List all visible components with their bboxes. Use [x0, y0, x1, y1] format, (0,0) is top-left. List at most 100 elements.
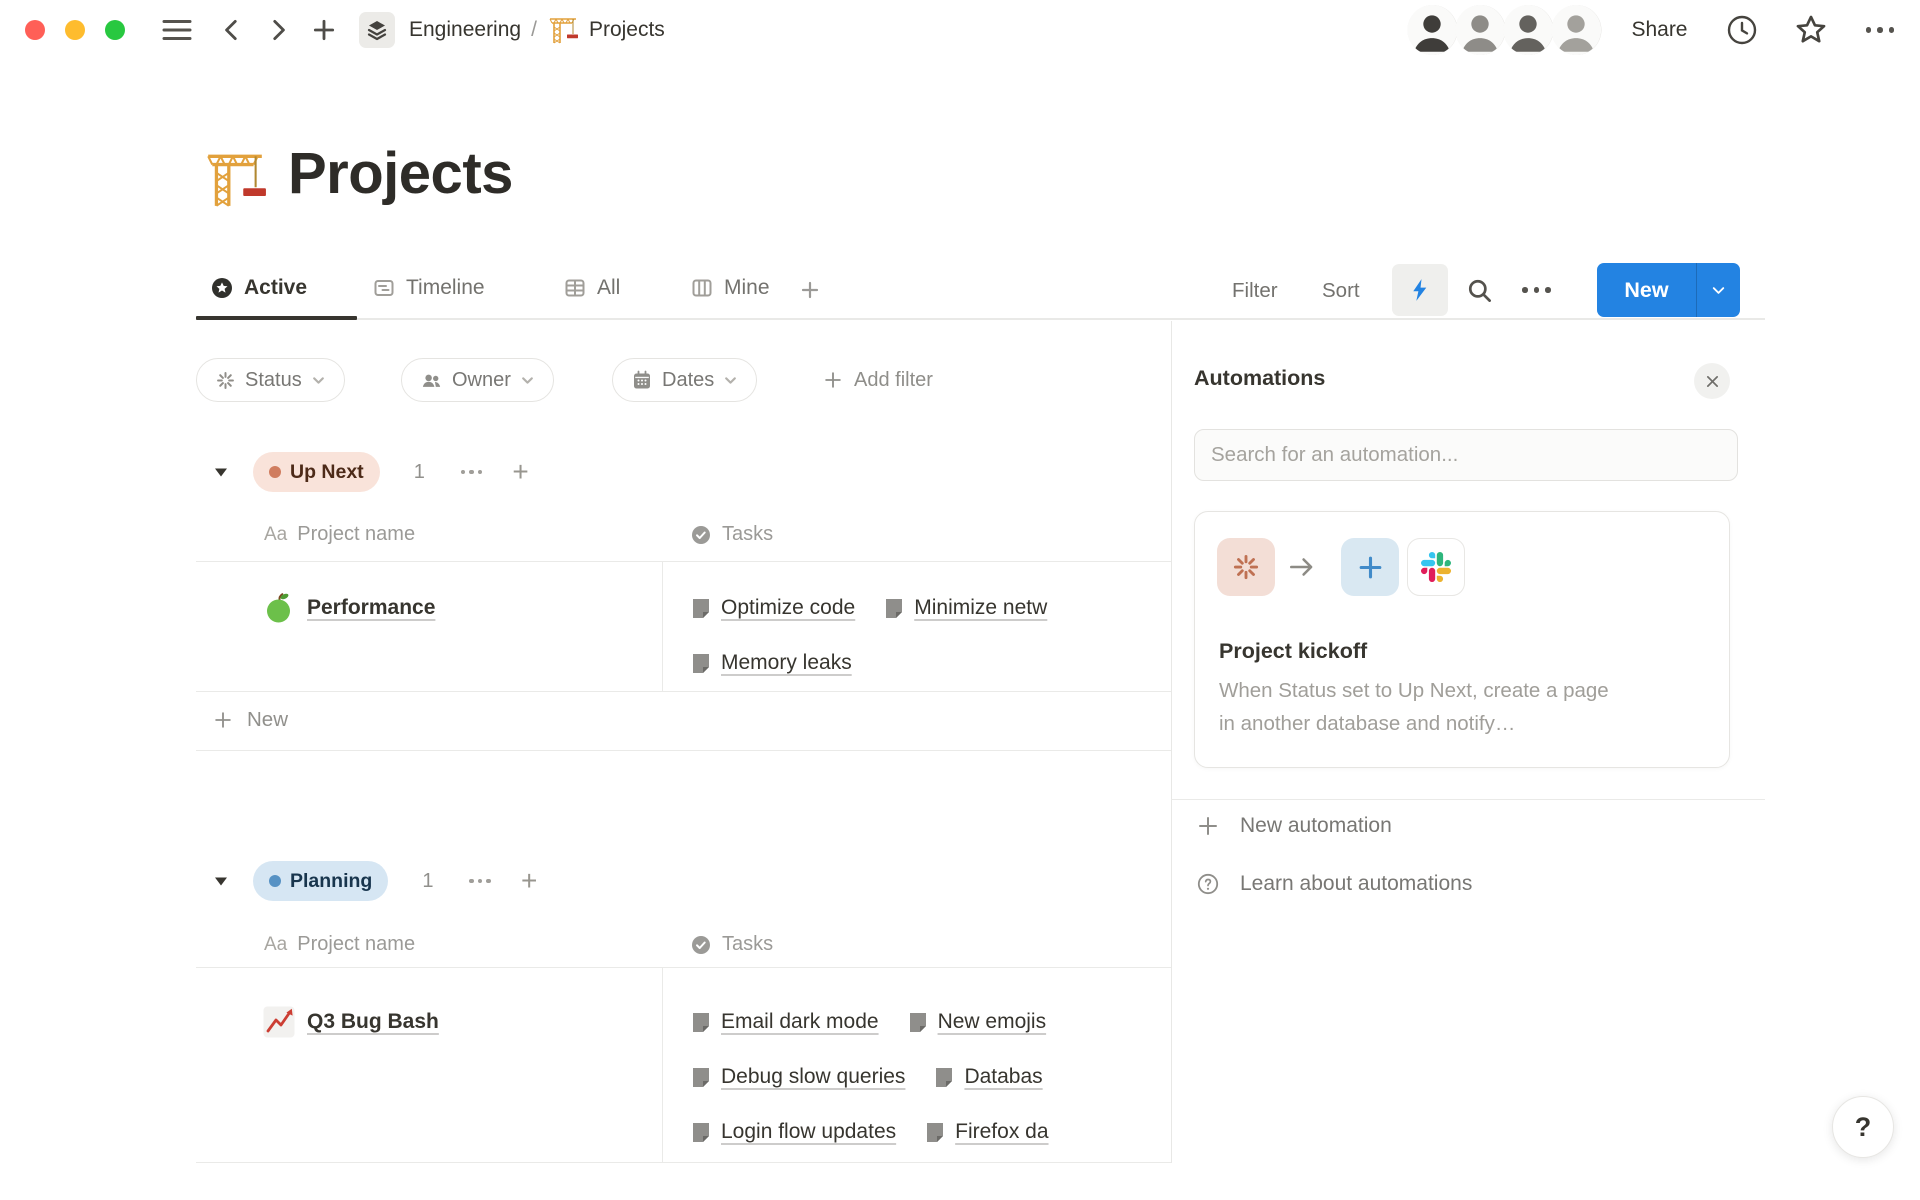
new-button-chevron[interactable] — [1697, 281, 1740, 300]
add-filter-button[interactable]: Add filter — [822, 358, 933, 402]
updates-clock-icon[interactable] — [1726, 14, 1758, 46]
status-filter-chip[interactable]: Status — [196, 358, 345, 402]
breadcrumb-page[interactable]: Projects — [589, 18, 665, 42]
avatar[interactable] — [1407, 5, 1457, 55]
tab-timeline[interactable]: Timeline — [372, 276, 485, 300]
filter-button[interactable]: Filter — [1232, 279, 1278, 303]
chevron-down-icon — [311, 373, 326, 388]
group-options-icon[interactable] — [461, 470, 483, 475]
tasks-cell-line: Memory leaks — [690, 647, 1170, 679]
help-label: ? — [1855, 1112, 1872, 1143]
dates-filter-chip[interactable]: Dates — [612, 358, 757, 402]
table-row-name[interactable]: Performance — [262, 591, 435, 625]
sort-button[interactable]: Sort — [1322, 279, 1360, 303]
plus-icon — [822, 369, 844, 391]
task-item[interactable]: Databas — [933, 1065, 1042, 1089]
search-icon[interactable] — [1466, 277, 1493, 304]
page-icon — [907, 1011, 929, 1034]
page-title[interactable]: Projects — [288, 140, 513, 207]
status-dot — [269, 875, 281, 887]
slack-icon — [1407, 538, 1465, 596]
forward-button[interactable] — [265, 17, 291, 43]
task-item[interactable]: Memory leaks — [690, 651, 852, 675]
avatar[interactable] — [1551, 5, 1601, 55]
automation-card-description: When Status set to Up Next, create a pag… — [1219, 674, 1619, 740]
task-item[interactable]: Optimize code — [690, 596, 855, 620]
question-circle-icon — [1196, 872, 1220, 896]
project-name-link[interactable]: Q3 Bug Bash — [307, 1010, 439, 1034]
task-link[interactable]: Debug slow queries — [721, 1065, 905, 1089]
close-window-button[interactable] — [25, 20, 45, 40]
owner-filter-chip[interactable]: Owner — [401, 358, 554, 402]
task-link[interactable]: Login flow updates — [721, 1120, 896, 1144]
column-header-tasks[interactable]: Tasks — [690, 933, 773, 956]
column-divider — [662, 968, 663, 1162]
tab-mine[interactable]: Mine — [690, 276, 770, 300]
task-link[interactable]: Memory leaks — [721, 651, 852, 675]
teamspace-icon[interactable] — [359, 12, 395, 48]
group-header-up-next: Up Next 1 + — [213, 452, 529, 492]
minimize-window-button[interactable] — [65, 20, 85, 40]
column-header-name[interactable]: Aa Project name — [264, 933, 415, 956]
breadcrumb-team[interactable]: Engineering — [409, 18, 521, 42]
chip-label: Owner — [452, 369, 511, 392]
share-button[interactable]: Share — [1631, 18, 1687, 42]
task-item[interactable]: Login flow updates — [690, 1120, 896, 1144]
task-link[interactable]: Optimize code — [721, 596, 855, 620]
automation-card[interactable]: Project kickoff When Status set to Up Ne… — [1194, 511, 1730, 768]
collapse-triangle-icon[interactable] — [213, 465, 229, 479]
task-item[interactable]: New emojis — [907, 1010, 1047, 1034]
new-button[interactable]: New — [1597, 263, 1740, 317]
back-button[interactable] — [219, 17, 245, 43]
close-panel-button[interactable] — [1694, 363, 1730, 399]
sidebar-menu-icon[interactable] — [161, 17, 193, 43]
page-icon-crane[interactable] — [202, 146, 268, 212]
task-link[interactable]: Minimize netw — [914, 596, 1047, 620]
tab-all[interactable]: All — [563, 276, 620, 300]
table-icon — [563, 276, 587, 300]
column-header-tasks[interactable]: Tasks — [690, 523, 773, 546]
new-automation-label: New automation — [1240, 814, 1392, 838]
avatar[interactable] — [1455, 5, 1505, 55]
favorite-star-icon[interactable] — [1794, 13, 1828, 47]
new-row-button[interactable]: New — [212, 708, 288, 732]
column-divider — [662, 562, 663, 691]
view-options-icon[interactable] — [1522, 287, 1551, 293]
learn-automations-label: Learn about automations — [1240, 872, 1472, 896]
automations-panel-title: Automations — [1194, 366, 1325, 391]
table-border — [196, 561, 1171, 562]
tasks-cell-line: Optimize code Minimize netw — [690, 592, 1170, 624]
table-row-name[interactable]: Q3 Bug Bash — [262, 1005, 439, 1039]
group-add-icon[interactable]: + — [512, 462, 528, 482]
task-link[interactable]: Firefox da — [955, 1120, 1048, 1144]
new-tab-icon[interactable] — [311, 17, 337, 43]
tab-label: Timeline — [406, 276, 485, 300]
avatar[interactable] — [1503, 5, 1553, 55]
task-item[interactable]: Debug slow queries — [690, 1065, 905, 1089]
group-add-icon[interactable]: + — [521, 871, 537, 891]
group-pill[interactable]: Planning — [253, 861, 388, 901]
automations-bolt-button[interactable] — [1392, 264, 1448, 316]
group-pill[interactable]: Up Next — [253, 452, 380, 492]
help-button[interactable]: ? — [1832, 1096, 1894, 1158]
task-link[interactable]: Email dark mode — [721, 1010, 879, 1034]
project-name-link[interactable]: Performance — [307, 596, 435, 620]
column-header-name[interactable]: Aa Project name — [264, 523, 415, 546]
task-link[interactable]: New emojis — [938, 1010, 1047, 1034]
new-automation-button[interactable]: New automation — [1196, 814, 1392, 838]
collapse-triangle-icon[interactable] — [213, 874, 229, 888]
group-options-icon[interactable] — [469, 879, 491, 884]
task-item[interactable]: Firefox da — [924, 1120, 1048, 1144]
zoom-window-button[interactable] — [105, 20, 125, 40]
automation-card-title: Project kickoff — [1219, 639, 1367, 664]
learn-automations-link[interactable]: Learn about automations — [1196, 872, 1472, 896]
task-item[interactable]: Minimize netw — [883, 596, 1047, 620]
add-view-icon[interactable] — [798, 278, 822, 302]
tab-active[interactable]: Active — [210, 276, 307, 300]
task-link[interactable]: Databas — [964, 1065, 1042, 1089]
task-item[interactable]: Email dark mode — [690, 1010, 879, 1034]
check-circle-icon — [690, 524, 712, 546]
tab-label: All — [597, 276, 620, 300]
automation-search-input[interactable] — [1195, 430, 1737, 480]
more-options-icon[interactable] — [1866, 27, 1895, 33]
